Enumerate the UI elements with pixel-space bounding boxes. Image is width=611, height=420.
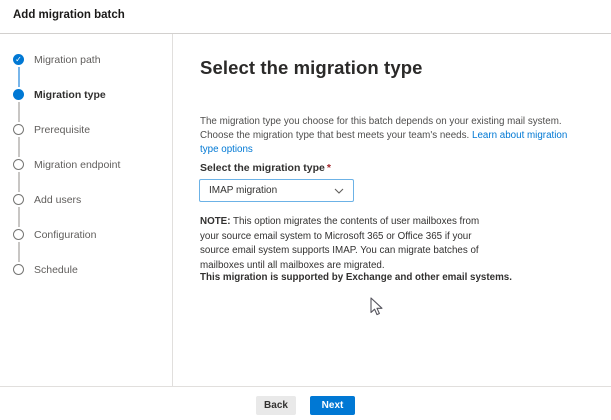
next-button[interactable]: Next [310,396,355,415]
footer-divider [0,386,611,387]
step-current-dot-icon [13,89,24,100]
step-configuration: Configuration [13,217,171,252]
step-upcoming-dot-icon [13,194,24,205]
sidebar-divider [172,34,173,386]
mouse-cursor-icon [370,297,383,316]
page-title: Add migration batch [13,9,125,21]
step-upcoming-dot-icon [13,159,24,170]
add-migration-batch-panel: Add migration batch ✓ Migration path Mig… [0,0,611,420]
header-divider [0,33,611,34]
note-text: NOTE: This option migrates the contents … [200,215,499,273]
step-label: Configuration [34,229,96,241]
step-migration-path: ✓ Migration path [13,42,171,77]
required-marker: * [327,162,331,174]
step-label: Schedule [34,264,78,276]
description-text: The migration type you choose for this b… [200,115,582,157]
step-upcoming-dot-icon [13,264,24,275]
note-body: This option migrates the contents of use… [200,216,479,271]
migration-type-field-label: Select the migration type* [200,162,331,174]
step-label: Add users [34,194,81,206]
step-prerequisite: Prerequisite [13,112,171,147]
field-label-text: Select the migration type [200,162,325,174]
migration-type-dropdown[interactable]: IMAP migration [199,179,354,202]
step-migration-type: Migration type [13,77,171,112]
step-label: Migration type [34,89,106,101]
note-label: NOTE: [200,216,230,227]
dropdown-selected-value: IMAP migration [209,185,277,196]
wizard-stepper: ✓ Migration path Migration type Prerequi… [13,42,171,287]
step-label: Migration path [34,54,101,66]
chevron-down-icon [334,188,344,194]
step-migration-endpoint: Migration endpoint [13,147,171,182]
supported-systems-text: This migration is supported by Exchange … [200,272,530,283]
step-label: Migration endpoint [34,159,120,171]
back-button[interactable]: Back [256,396,296,415]
step-label: Prerequisite [34,124,90,136]
step-schedule: Schedule [13,252,171,287]
step-add-users: Add users [13,182,171,217]
step-upcoming-dot-icon [13,124,24,135]
page-heading: Select the migration type [200,57,423,79]
step-completed-check-icon: ✓ [13,54,24,65]
step-upcoming-dot-icon [13,229,24,240]
